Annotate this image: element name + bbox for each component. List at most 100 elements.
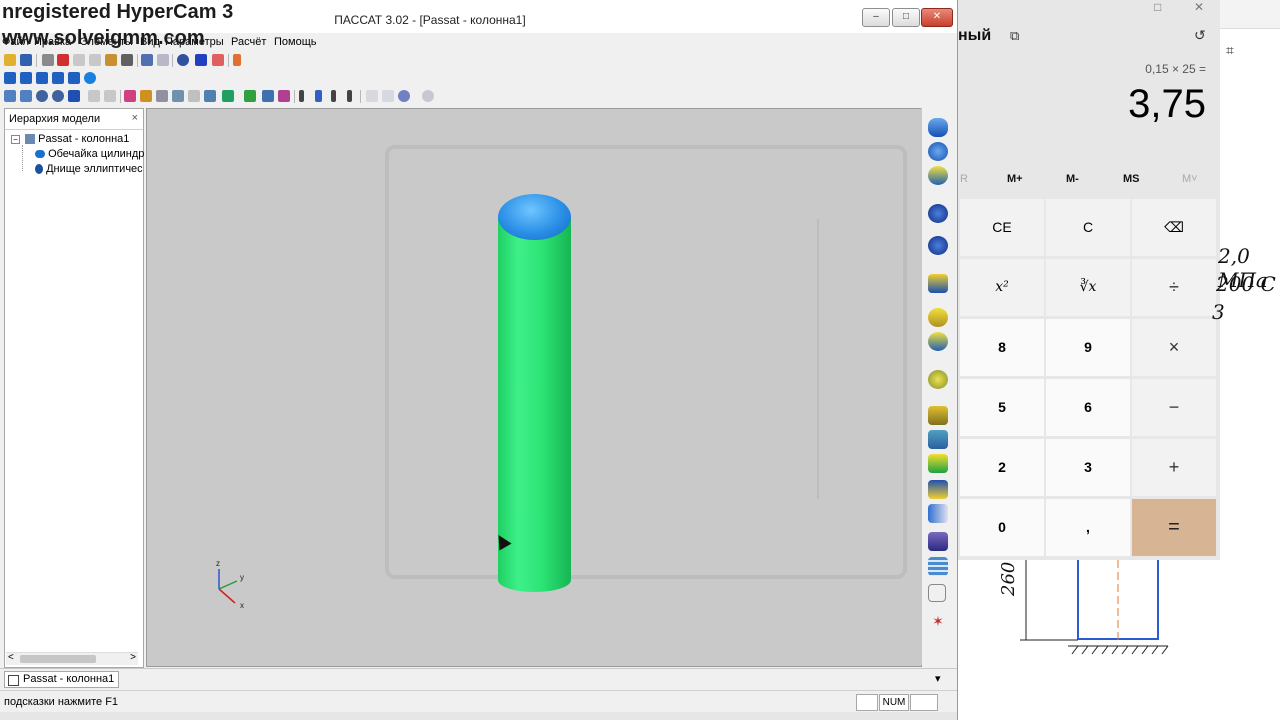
tree-root[interactable]: − Passat - колонна1 bbox=[11, 133, 129, 148]
add-saddle-icon[interactable] bbox=[928, 430, 948, 449]
undo-icon[interactable] bbox=[398, 90, 410, 102]
colors-icon[interactable] bbox=[278, 90, 290, 102]
open-icon[interactable] bbox=[4, 54, 16, 66]
memory-subtract-button[interactable]: M- bbox=[1066, 173, 1079, 185]
digit-8-button[interactable]: 8 bbox=[960, 319, 1044, 376]
equals-button[interactable]: = bbox=[1132, 499, 1216, 556]
help-icon[interactable] bbox=[177, 54, 189, 66]
minimize-button[interactable]: – bbox=[862, 8, 890, 27]
tab-document[interactable]: Passat - колонна1 bbox=[4, 671, 120, 688]
view-top-icon[interactable] bbox=[68, 72, 80, 84]
prev-view-icon[interactable] bbox=[88, 90, 100, 102]
view-left-icon[interactable] bbox=[36, 72, 48, 84]
align-center-icon[interactable] bbox=[315, 90, 322, 102]
shaded-icon[interactable] bbox=[124, 90, 136, 102]
add-load-icon[interactable] bbox=[928, 532, 948, 551]
save-icon[interactable] bbox=[20, 54, 32, 66]
memory-list-button[interactable]: M˅ bbox=[1182, 173, 1198, 185]
digit-3-button[interactable]: 3 bbox=[1046, 439, 1130, 496]
menu-calc[interactable]: Расчёт bbox=[231, 36, 266, 48]
copy-icon[interactable] bbox=[73, 54, 85, 66]
memory-add-button[interactable]: M+ bbox=[1007, 173, 1023, 185]
table-icon[interactable] bbox=[141, 54, 153, 66]
add-support-icon[interactable] bbox=[928, 406, 948, 425]
hidden-lines-icon[interactable] bbox=[172, 90, 184, 102]
add-flange-icon[interactable] bbox=[928, 370, 948, 389]
square-button[interactable]: x² bbox=[960, 259, 1044, 316]
add-tray-icon[interactable] bbox=[928, 557, 948, 576]
report-icon[interactable] bbox=[212, 54, 224, 66]
clear-entry-button[interactable]: CE bbox=[960, 199, 1044, 256]
zoom-icon[interactable] bbox=[20, 90, 32, 102]
3d-viewport[interactable]: z y x bbox=[146, 108, 922, 667]
view-iso-icon[interactable] bbox=[84, 72, 96, 84]
add-elliptic-head-icon[interactable] bbox=[928, 204, 948, 223]
digit-9-button[interactable]: 9 bbox=[1046, 319, 1130, 376]
align-justify-icon[interactable] bbox=[347, 90, 352, 102]
print-icon[interactable] bbox=[42, 54, 54, 66]
add-insulation-icon[interactable] bbox=[928, 504, 948, 523]
keep-on-top-icon[interactable]: ⧉ bbox=[1010, 28, 1019, 44]
view-front-icon[interactable] bbox=[4, 72, 16, 84]
digit-2-button[interactable]: 2 bbox=[960, 439, 1044, 496]
align-right-icon[interactable] bbox=[331, 90, 336, 102]
collapse-icon[interactable]: − bbox=[11, 134, 20, 144]
digit-6-button[interactable]: 6 bbox=[1046, 379, 1130, 436]
decimal-button[interactable]: , bbox=[1046, 499, 1130, 556]
chart-icon[interactable] bbox=[233, 54, 241, 66]
digit-0-button[interactable]: 0 bbox=[960, 499, 1044, 556]
tab-dropdown-icon[interactable]: ▾ bbox=[935, 672, 941, 685]
digit-5-button[interactable]: 5 bbox=[960, 379, 1044, 436]
redo-icon[interactable] bbox=[422, 90, 434, 102]
add-axes-icon[interactable]: ✶ bbox=[928, 612, 948, 631]
calc-maximize-icon[interactable]: □ bbox=[1154, 0, 1161, 14]
minus-button[interactable]: − bbox=[1132, 379, 1216, 436]
backspace-button[interactable]: ⌫ bbox=[1132, 199, 1216, 256]
divide-button[interactable]: ÷ bbox=[1132, 259, 1216, 316]
memory-store-button[interactable]: MS bbox=[1123, 173, 1140, 185]
plus-button[interactable]: + bbox=[1132, 439, 1216, 496]
view-back-icon[interactable] bbox=[20, 72, 32, 84]
calc-close-icon[interactable]: ✕ bbox=[1194, 0, 1204, 14]
dimensions-icon[interactable] bbox=[222, 90, 234, 102]
scroll-right-arrow[interactable]: > bbox=[130, 652, 136, 663]
filter-icon[interactable] bbox=[366, 90, 378, 102]
rotate-axis-icon[interactable] bbox=[52, 90, 64, 102]
wireframe-icon[interactable] bbox=[156, 90, 168, 102]
add-bellows-icon[interactable] bbox=[928, 332, 948, 351]
pan-icon[interactable] bbox=[68, 90, 80, 102]
memory-recall-button[interactable]: R bbox=[960, 173, 968, 185]
add-shell-icon[interactable] bbox=[928, 118, 948, 137]
multiply-button[interactable]: × bbox=[1132, 319, 1216, 376]
scroll-left-arrow[interactable]: < bbox=[8, 652, 14, 663]
horizontal-scrollbar[interactable]: < > bbox=[6, 652, 138, 665]
flag-icon[interactable] bbox=[195, 54, 207, 66]
columns-icon[interactable] bbox=[262, 90, 274, 102]
elliptical-head-model[interactable] bbox=[498, 194, 571, 240]
align-left-icon[interactable] bbox=[299, 90, 304, 102]
panel-close-button[interactable]: × bbox=[132, 112, 138, 124]
maximize-button[interactable]: □ bbox=[892, 8, 920, 27]
calculator-icon[interactable] bbox=[121, 54, 133, 66]
delete-icon[interactable] bbox=[57, 54, 69, 66]
cube-root-button[interactable]: ∛x bbox=[1046, 259, 1130, 316]
close-button[interactable]: ✕ bbox=[921, 8, 953, 27]
zoom-window-icon[interactable] bbox=[4, 90, 16, 102]
add-spherical-head-icon[interactable] bbox=[928, 236, 948, 255]
tree-item-shell[interactable]: Обечайка цилиндр bbox=[35, 148, 144, 163]
filter-up-icon[interactable] bbox=[382, 90, 394, 102]
box-icon[interactable] bbox=[188, 90, 200, 102]
tree-item-head[interactable]: Днище эллиптичес bbox=[35, 163, 143, 178]
add-lug-icon[interactable] bbox=[928, 480, 948, 499]
clear-button[interactable]: C bbox=[1046, 199, 1130, 256]
history-icon[interactable]: ↺ bbox=[1194, 27, 1206, 44]
add-flat-head-icon[interactable] bbox=[928, 274, 948, 293]
scroll-thumb[interactable] bbox=[20, 655, 96, 663]
add-nozzle-icon[interactable] bbox=[928, 454, 948, 473]
rotate-icon[interactable] bbox=[36, 90, 48, 102]
next-view-icon[interactable] bbox=[104, 90, 116, 102]
cylindrical-shell-model[interactable] bbox=[498, 217, 571, 592]
add-transition-icon[interactable] bbox=[928, 166, 948, 185]
axes-toggle-icon[interactable] bbox=[204, 90, 216, 102]
cut-icon[interactable] bbox=[89, 54, 101, 66]
